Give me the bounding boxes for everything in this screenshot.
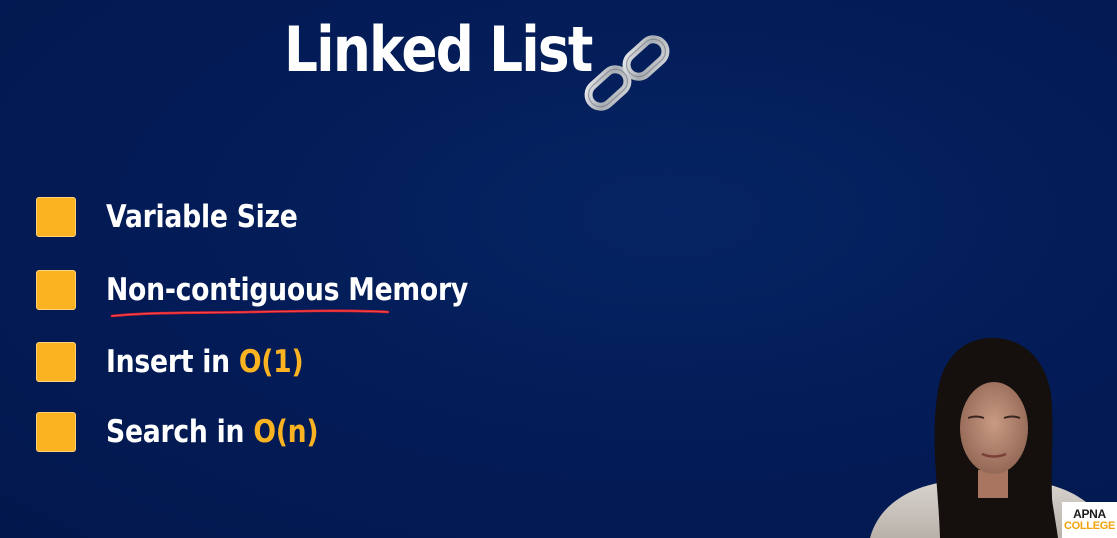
bullet-label: Insert in <box>106 344 239 380</box>
checkbox-icon <box>36 412 76 452</box>
bullet-text: Variable Size <box>106 199 298 235</box>
checkbox-icon <box>36 270 76 310</box>
bullet-label: Non-contiguous Memory <box>106 272 468 308</box>
apna-college-logo: APNA COLLEGE <box>1062 502 1117 538</box>
bullet-text: Search in O(n) <box>106 414 319 450</box>
chain-link-icon <box>584 35 670 111</box>
bullet-item-variable-size: Variable Size <box>36 195 329 239</box>
bullet-label: Variable Size <box>106 199 298 235</box>
slide-title: Linked List <box>284 13 593 86</box>
checkbox-icon <box>36 342 76 382</box>
lecture-slide: Linked List Variable Size Non-contiguous… <box>0 0 1117 538</box>
bullet-item-search: Search in O(n) <box>36 410 353 454</box>
complexity-highlight: O(1) <box>238 344 304 380</box>
logo-line2: COLLEGE <box>1063 520 1116 532</box>
complexity-highlight: O(n) <box>253 414 319 450</box>
handwritten-underline <box>110 309 390 318</box>
bullet-text: Insert in O(1) <box>106 344 304 380</box>
bullet-label: Search in <box>106 414 254 450</box>
checkbox-icon <box>36 197 76 237</box>
bullet-item-insert: Insert in O(1) <box>36 340 336 384</box>
bullet-text: Non-contiguous Memory <box>106 272 468 308</box>
logo-line1: APNA <box>1073 507 1106 521</box>
